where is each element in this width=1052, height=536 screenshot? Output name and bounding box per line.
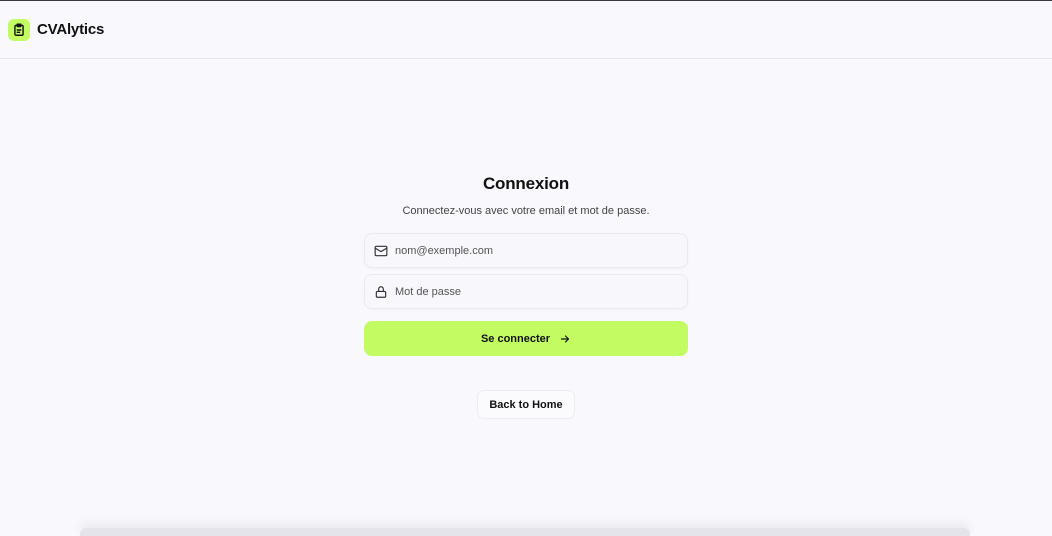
bottom-panel-edge xyxy=(80,528,970,536)
page-title: Connexion xyxy=(482,174,570,193)
password-input[interactable] xyxy=(395,285,675,298)
lock-icon xyxy=(374,285,388,299)
email-field[interactable] xyxy=(364,233,688,268)
email-input[interactable] xyxy=(395,244,675,257)
brand-name[interactable]: CVAlytics xyxy=(37,21,104,38)
page-subtitle: Connectez-vous avec votre email et mot d… xyxy=(402,205,650,217)
back-to-home-button[interactable]: Back to Home xyxy=(477,390,575,419)
login-button-label: Se connecter xyxy=(480,332,551,345)
password-field[interactable] xyxy=(364,274,688,309)
document-icon xyxy=(8,18,30,41)
login-button[interactable]: Se connecter xyxy=(364,321,688,356)
mail-icon xyxy=(374,244,388,258)
arrow-right-icon xyxy=(559,333,571,345)
top-bar: CVAlytics xyxy=(0,1,1052,59)
login-card: Connexion Connectez-vous avec votre emai… xyxy=(364,172,688,419)
